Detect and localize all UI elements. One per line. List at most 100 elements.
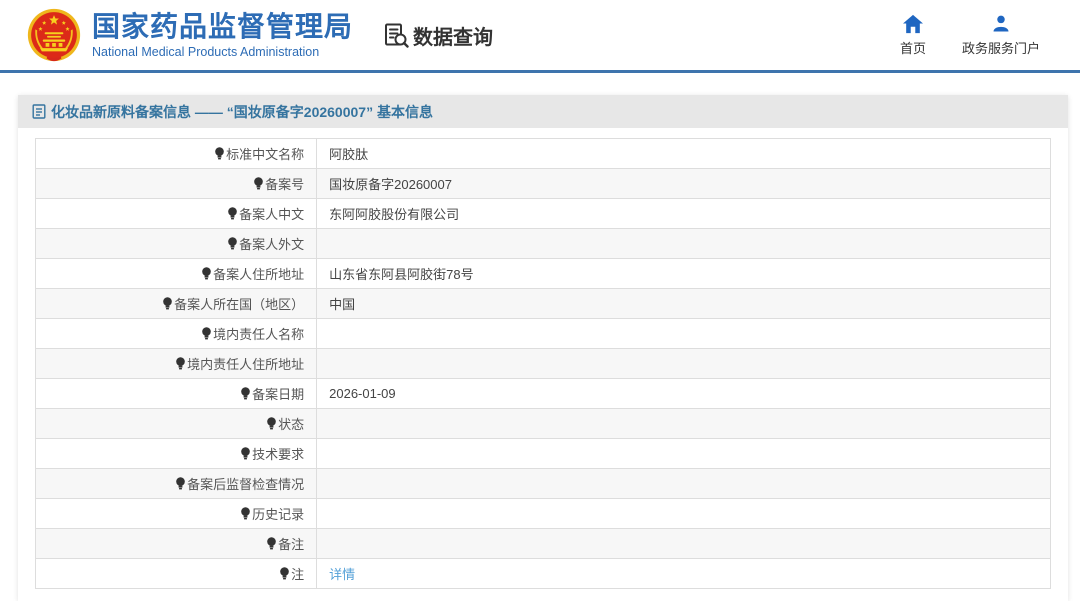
row-label-cell: 状态 (36, 409, 317, 439)
bulb-icon (227, 237, 238, 253)
row-label-cell: 境内责任人名称 (36, 319, 317, 349)
bulb-icon (279, 567, 290, 583)
row-value-cell: 2026-01-09 (317, 379, 1051, 409)
bulb-icon (253, 177, 264, 193)
bulb-icon (240, 507, 251, 523)
nav-home[interactable]: 首页 (900, 14, 926, 57)
bulb-icon (240, 447, 251, 463)
bulb-icon (240, 387, 251, 403)
row-label: 备案号 (265, 177, 304, 192)
row-label: 备案人住所地址 (213, 267, 304, 282)
row-label-cell: 技术要求 (36, 439, 317, 469)
bulb-icon (201, 327, 212, 343)
row-label: 标准中文名称 (226, 147, 304, 162)
table-row: 备案人所在国（地区） 中国 (36, 289, 1051, 319)
row-label: 备注 (278, 537, 304, 552)
table-row: 备案人住所地址 山东省东阿县阿胶街78号 (36, 259, 1051, 289)
table-row: 备案号 国妆原备字20260007 (36, 169, 1051, 199)
row-label-cell: 备案人外文 (36, 229, 317, 259)
table-row: 境内责任人名称 (36, 319, 1051, 349)
table-row: 备案日期 2026-01-09 (36, 379, 1051, 409)
row-value-cell: 中国 (317, 289, 1051, 319)
brand-name-cn: 国家药品监督管理局 (92, 11, 353, 43)
row-label-cell: 备案人中文 (36, 199, 317, 229)
row-label-cell: 备案日期 (36, 379, 317, 409)
row-value-cell: 阿胶肽 (317, 139, 1051, 169)
filing-info-panel: 化妆品新原料备案信息 —— “国妆原备字20260007” 基本信息 标准中文名… (18, 95, 1068, 601)
bulb-icon (266, 537, 277, 553)
table-wrapper: 标准中文名称 阿胶肽 备案号 国妆原备字20260007 (18, 128, 1068, 589)
row-label-cell: 备案后监督检查情况 (36, 469, 317, 499)
header-nav: 首页 政务服务门户 (900, 14, 1040, 57)
row-label-cell: 备注 (36, 529, 317, 559)
table-row: 状态 (36, 409, 1051, 439)
row-value: 2026-01-09 (329, 386, 396, 401)
row-value-cell: 东阿阿胶股份有限公司 (317, 199, 1051, 229)
main-content: 化妆品新原料备案信息 —— “国妆原备字20260007” 基本信息 标准中文名… (0, 95, 1080, 601)
data-query-icon (383, 22, 409, 48)
row-value-cell (317, 529, 1051, 559)
info-table: 标准中文名称 阿胶肽 备案号 国妆原备字20260007 (35, 138, 1051, 589)
row-value-cell (317, 469, 1051, 499)
row-label: 备案后监督检查情况 (187, 477, 304, 492)
info-table-body: 标准中文名称 阿胶肽 备案号 国妆原备字20260007 (36, 139, 1051, 589)
national-emblem-logo (26, 7, 82, 63)
user-icon (991, 14, 1011, 34)
bulb-icon (227, 207, 238, 223)
row-label: 注 (291, 567, 304, 582)
table-row: 标准中文名称 阿胶肽 (36, 139, 1051, 169)
row-value: 中国 (329, 297, 355, 312)
row-value: 东阿阿胶股份有限公司 (329, 207, 459, 222)
row-value-cell: 山东省东阿县阿胶街78号 (317, 259, 1051, 289)
table-row: 备注 (36, 529, 1051, 559)
table-row: 技术要求 (36, 439, 1051, 469)
row-label: 备案人所在国（地区） (174, 297, 304, 312)
row-value-cell (317, 499, 1051, 529)
data-query-label: 数据查询 (413, 21, 493, 50)
document-icon (32, 104, 46, 119)
table-row: 备案人中文 东阿阿胶股份有限公司 (36, 199, 1051, 229)
detail-link[interactable]: 详情 (329, 567, 355, 582)
row-label-cell: 历史记录 (36, 499, 317, 529)
site-header: 国家药品监督管理局 National Medical Products Admi… (0, 0, 1080, 70)
row-value-cell (317, 349, 1051, 379)
row-label-cell: 备案人住所地址 (36, 259, 317, 289)
row-label-cell: 备案号 (36, 169, 317, 199)
nmpa-brand[interactable]: 国家药品监督管理局 National Medical Products Admi… (26, 7, 353, 63)
bulb-icon (175, 477, 186, 493)
bulb-icon (266, 417, 277, 433)
home-icon (902, 14, 924, 34)
row-label: 备案日期 (252, 387, 304, 402)
brand-text: 国家药品监督管理局 National Medical Products Admi… (92, 11, 353, 59)
nav-portal-label: 政务服务门户 (962, 38, 1040, 57)
row-value-cell (317, 319, 1051, 349)
row-label-cell: 境内责任人住所地址 (36, 349, 317, 379)
data-query-section-title: 数据查询 (383, 21, 493, 50)
panel-title-bar: 化妆品新原料备案信息 —— “国妆原备字20260007” 基本信息 (18, 95, 1068, 128)
page-title: 化妆品新原料备案信息 —— “国妆原备字20260007” 基本信息 (51, 102, 433, 122)
row-label-cell: 标准中文名称 (36, 139, 317, 169)
bulb-icon (175, 357, 186, 373)
row-label: 备案人中文 (239, 207, 304, 222)
row-value: 山东省东阿县阿胶街78号 (329, 267, 473, 282)
table-row: 备案人外文 (36, 229, 1051, 259)
row-value-cell: 国妆原备字20260007 (317, 169, 1051, 199)
brand-name-en: National Medical Products Administration (92, 45, 353, 59)
bulb-icon (201, 267, 212, 283)
row-label-cell: 备案人所在国（地区） (36, 289, 317, 319)
row-value: 国妆原备字20260007 (329, 177, 452, 192)
table-row: 注 详情 (36, 559, 1051, 589)
row-label: 历史记录 (252, 507, 304, 522)
row-value-cell: 详情 (317, 559, 1051, 589)
table-row: 境内责任人住所地址 (36, 349, 1051, 379)
row-value-cell (317, 229, 1051, 259)
row-value: 阿胶肽 (329, 147, 368, 162)
row-label: 备案人外文 (239, 237, 304, 252)
row-value-cell (317, 439, 1051, 469)
row-label: 状态 (278, 417, 304, 432)
row-label: 技术要求 (252, 447, 304, 462)
row-label: 境内责任人名称 (213, 327, 304, 342)
nav-portal[interactable]: 政务服务门户 (962, 14, 1040, 57)
nav-home-label: 首页 (900, 38, 926, 57)
row-label: 境内责任人住所地址 (187, 357, 304, 372)
